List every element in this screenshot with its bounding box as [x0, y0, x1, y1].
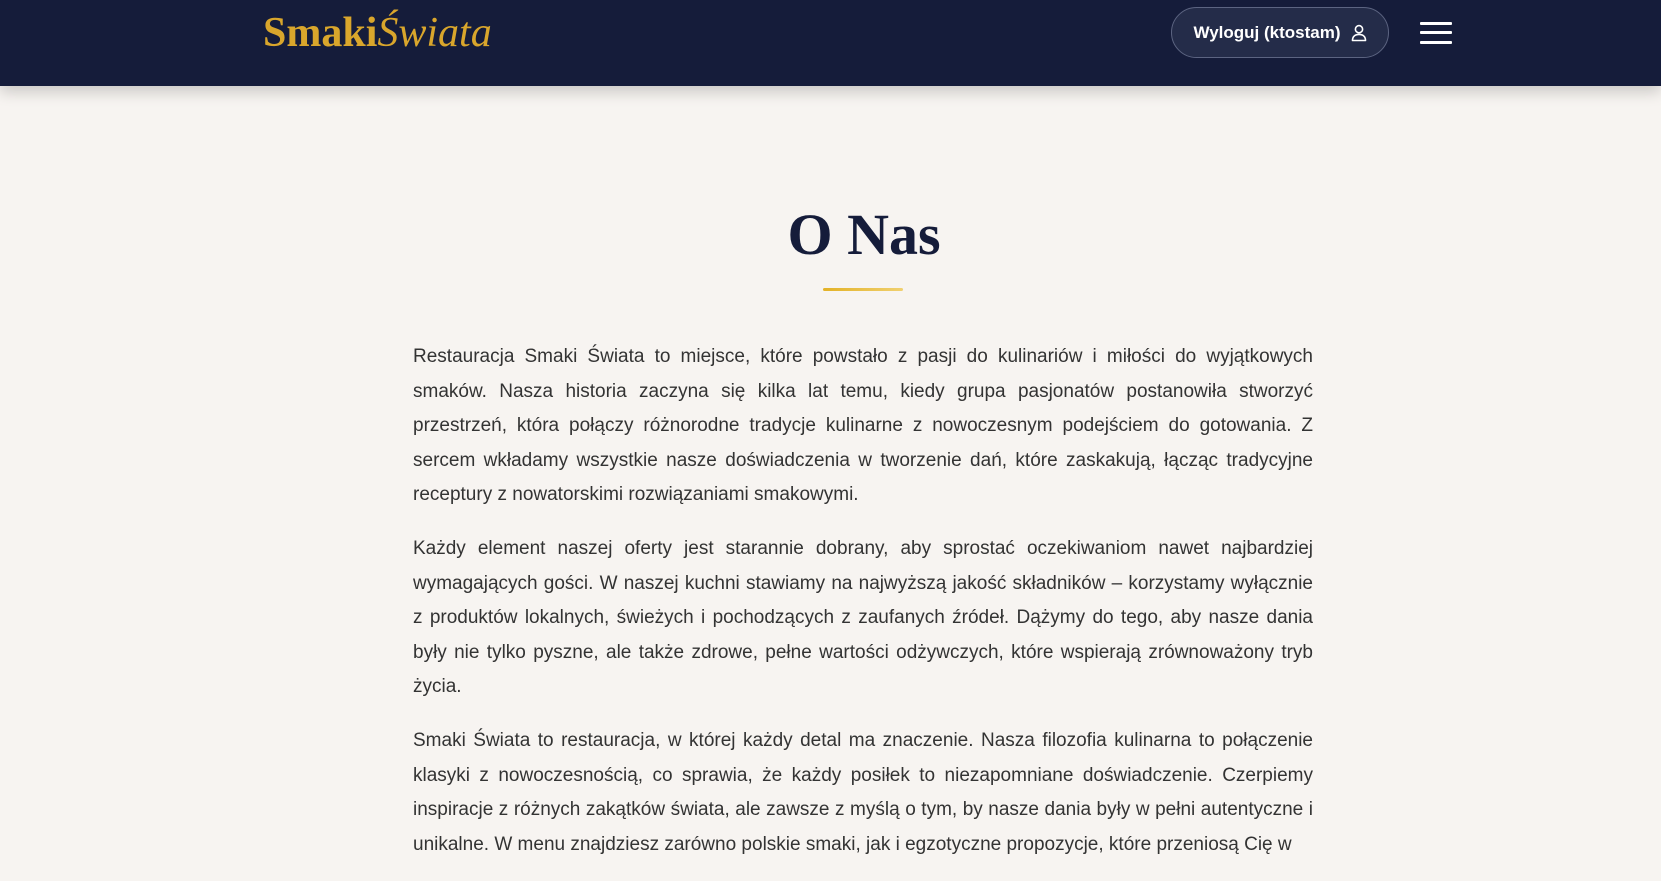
top-navbar: SmakiŚwiata Wyloguj (ktostam) [0, 0, 1661, 86]
menu-bar [1420, 31, 1452, 34]
menu-bar [1420, 41, 1452, 44]
user-icon [1351, 24, 1367, 42]
brand-logo[interactable]: SmakiŚwiata [263, 8, 492, 58]
page-title: O Nas [787, 202, 941, 267]
hamburger-menu-icon[interactable] [1420, 20, 1452, 46]
about-paragraph-3: Smaki Świata to restauracja, w której ka… [413, 729, 1313, 855]
title-underline [823, 288, 903, 291]
logo-accent-text: Świata [377, 10, 492, 56]
logout-label: Wyloguj (ktostam) [1193, 22, 1341, 42]
logo-main-text: Smaki [263, 10, 378, 56]
about-content: Restauracja Smaki Świata to miejsce, któ… [413, 340, 1313, 881]
menu-bar [1420, 22, 1452, 25]
about-paragraph-1: Restauracja Smaki Świata to miejsce, któ… [413, 346, 1313, 506]
logout-button[interactable]: Wyloguj (ktostam) [1171, 7, 1389, 58]
about-paragraph-2: Każdy element naszej oferty jest starann… [413, 537, 1313, 698]
